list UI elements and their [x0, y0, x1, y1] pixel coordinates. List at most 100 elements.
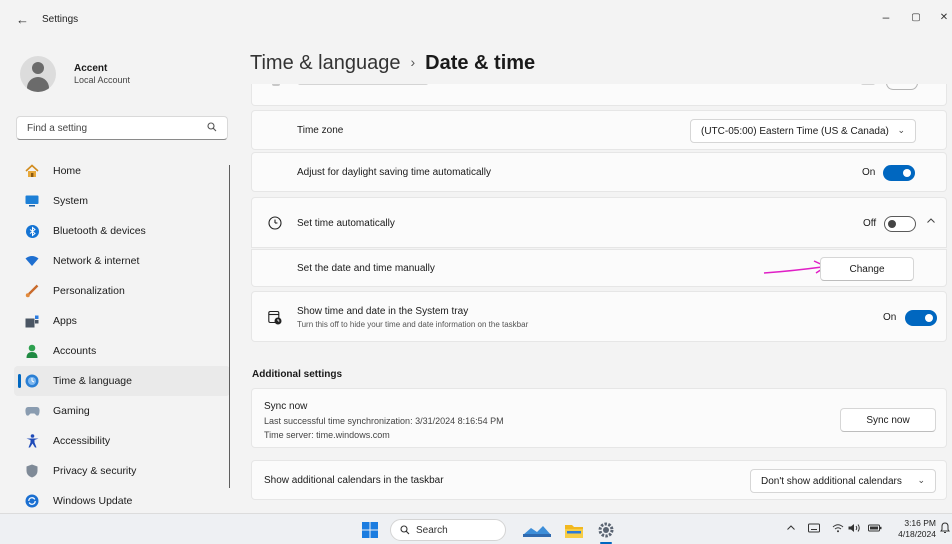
change-date-time-button[interactable]: Change [820, 257, 914, 281]
sidebar-item-network[interactable]: Network & internet [14, 246, 230, 276]
sidebar-item-label: System [53, 195, 89, 207]
page-title: Date & time [425, 52, 536, 74]
start-button[interactable] [360, 520, 380, 540]
sidebar-item-label: Privacy & security [53, 465, 137, 477]
time-zone-dropdown[interactable]: (UTC-05:00) Eastern Time (US & Canada) ⌄ [690, 119, 916, 143]
time-zone-label: Time zone [297, 125, 344, 136]
set-time-auto-toggle[interactable] [884, 216, 916, 232]
daylight-saving-card: Adjust for daylight saving time automati… [251, 152, 947, 192]
time-zone-value: (UTC-05:00) Eastern Time (US & Canada) [701, 125, 889, 137]
sidebar-item-time-language[interactable]: Time & language [14, 366, 230, 396]
wifi-icon[interactable] [832, 523, 844, 536]
clock-icon [268, 216, 282, 233]
keyboard-icon[interactable] [808, 523, 820, 536]
sidebar-item-windows-update[interactable]: Windows Update [14, 486, 230, 516]
minimize-button[interactable]: – [876, 10, 896, 24]
clock-time: 3:16 PM [904, 518, 936, 528]
settings-window: ← Settings – ▢ ✕ Accent Local Account Ho… [0, 0, 952, 513]
clock-date: 4/18/2024 [898, 529, 936, 539]
sidebar-item-accessibility[interactable]: Accessibility [14, 426, 230, 456]
manual-date-time-label: Set the date and time manually [297, 263, 435, 274]
avatar [20, 56, 56, 92]
manual-date-time-card: Set the date and time manually Change [251, 249, 947, 287]
chevron-down-icon: ⌄ [917, 475, 925, 485]
additional-calendars-dropdown[interactable]: Don't show additional calendars ⌄ [750, 469, 936, 493]
sidebar-item-label: Time & language [53, 375, 132, 387]
taskbar-clock[interactable]: 3:16 PM 4/18/2024 [892, 518, 936, 540]
sidebar-item-label: Home [53, 165, 82, 177]
sync-title: Sync now [264, 401, 308, 412]
sidebar-item-apps[interactable]: Apps [14, 306, 230, 336]
system-tray-card: Show time and date in the System tray Tu… [251, 291, 947, 342]
settings-search[interactable] [16, 116, 228, 140]
settings-app-icon[interactable] [596, 520, 616, 540]
sidebar-nav: Home System Bluetooth & devices Network … [14, 156, 230, 516]
volume-icon[interactable] [848, 523, 861, 536]
time-language-icon [24, 373, 40, 389]
last-sync-text: Last successful time synchronization: 3/… [264, 416, 504, 426]
system-icon [24, 193, 40, 209]
daylight-saving-toggle[interactable] [883, 165, 915, 181]
taskbar-search[interactable]: Search [390, 519, 506, 541]
sidebar-item-privacy[interactable]: Privacy & security [14, 456, 230, 486]
sync-now-button[interactable]: Sync now [840, 408, 936, 432]
breadcrumb-parent[interactable]: Time & language [250, 52, 400, 74]
sidebar-item-label: Windows Update [53, 495, 133, 507]
taskbar: Search 3:16 PM 4/18/2024 [0, 513, 952, 544]
additional-calendars-card: Show additional calendars in the taskbar… [251, 460, 947, 500]
sidebar-item-gaming[interactable]: Gaming [14, 396, 230, 426]
additional-calendars-value: Don't show additional calendars [761, 475, 902, 487]
home-icon [24, 163, 40, 179]
update-icon [24, 493, 40, 509]
sync-now-card: Sync now Last successful time synchroniz… [251, 388, 947, 448]
breadcrumb-separator: › [410, 54, 416, 70]
system-tray-description: Turn this off to hide your time and date… [297, 320, 529, 329]
app-title: Settings [42, 14, 79, 25]
set-time-auto-state: Off [863, 218, 877, 229]
sidebar-item-label: Accounts [53, 345, 97, 357]
time-zone-card: Time zone (UTC-05:00) Eastern Time (US &… [251, 110, 947, 150]
set-time-auto-label: Set time automatically [297, 218, 395, 229]
shield-icon [24, 463, 40, 479]
additional-calendars-label: Show additional calendars in the taskbar [264, 475, 444, 486]
profile-name: Accent [74, 63, 108, 74]
sidebar-item-home[interactable]: Home [14, 156, 230, 186]
system-tray-label: Show time and date in the System tray [297, 306, 469, 317]
profile-account-type: Local Account [74, 75, 131, 85]
search-input[interactable] [17, 117, 197, 139]
accounts-icon [24, 343, 40, 359]
sidebar-item-label: Apps [53, 315, 77, 327]
sidebar-item-system[interactable]: System [14, 186, 230, 216]
system-tray-toggle[interactable] [905, 310, 937, 326]
wifi-icon [24, 253, 40, 269]
chevron-down-icon: ⌄ [897, 125, 905, 135]
sidebar-item-accounts[interactable]: Accounts [14, 336, 230, 366]
set-time-zone-auto-card [251, 84, 947, 106]
widgets-icon[interactable] [522, 520, 552, 540]
maximize-button[interactable]: ▢ [906, 12, 926, 23]
sidebar-item-label: Gaming [53, 405, 90, 417]
battery-icon[interactable] [868, 523, 882, 536]
brush-icon [24, 283, 40, 299]
accessibility-icon [24, 433, 40, 449]
gaming-icon [24, 403, 40, 419]
sidebar-item-label: Personalization [53, 285, 125, 297]
chevron-up-icon[interactable] [786, 523, 796, 536]
bluetooth-icon [24, 223, 40, 239]
sidebar-item-label: Bluetooth & devices [53, 225, 146, 237]
sidebar-item-bluetooth[interactable]: Bluetooth & devices [14, 216, 230, 246]
user-profile[interactable]: Accent Local Account [20, 56, 130, 92]
daylight-saving-state: On [862, 167, 876, 178]
chevron-up-icon[interactable] [926, 216, 936, 229]
calendar-clock-icon [268, 310, 282, 328]
notification-bell-icon[interactable] [940, 522, 950, 537]
time-server-text: Time server: time.windows.com [264, 430, 390, 440]
system-tray-state: On [883, 312, 897, 323]
file-explorer-icon[interactable] [564, 520, 584, 540]
back-arrow-icon[interactable]: ← [16, 12, 29, 27]
sidebar-item-label: Network & internet [53, 255, 140, 267]
close-button[interactable]: ✕ [934, 12, 952, 23]
sidebar-item-personalization[interactable]: Personalization [14, 276, 230, 306]
breadcrumb: Time & language › Date & time [250, 52, 535, 75]
search-icon[interactable] [207, 122, 217, 135]
